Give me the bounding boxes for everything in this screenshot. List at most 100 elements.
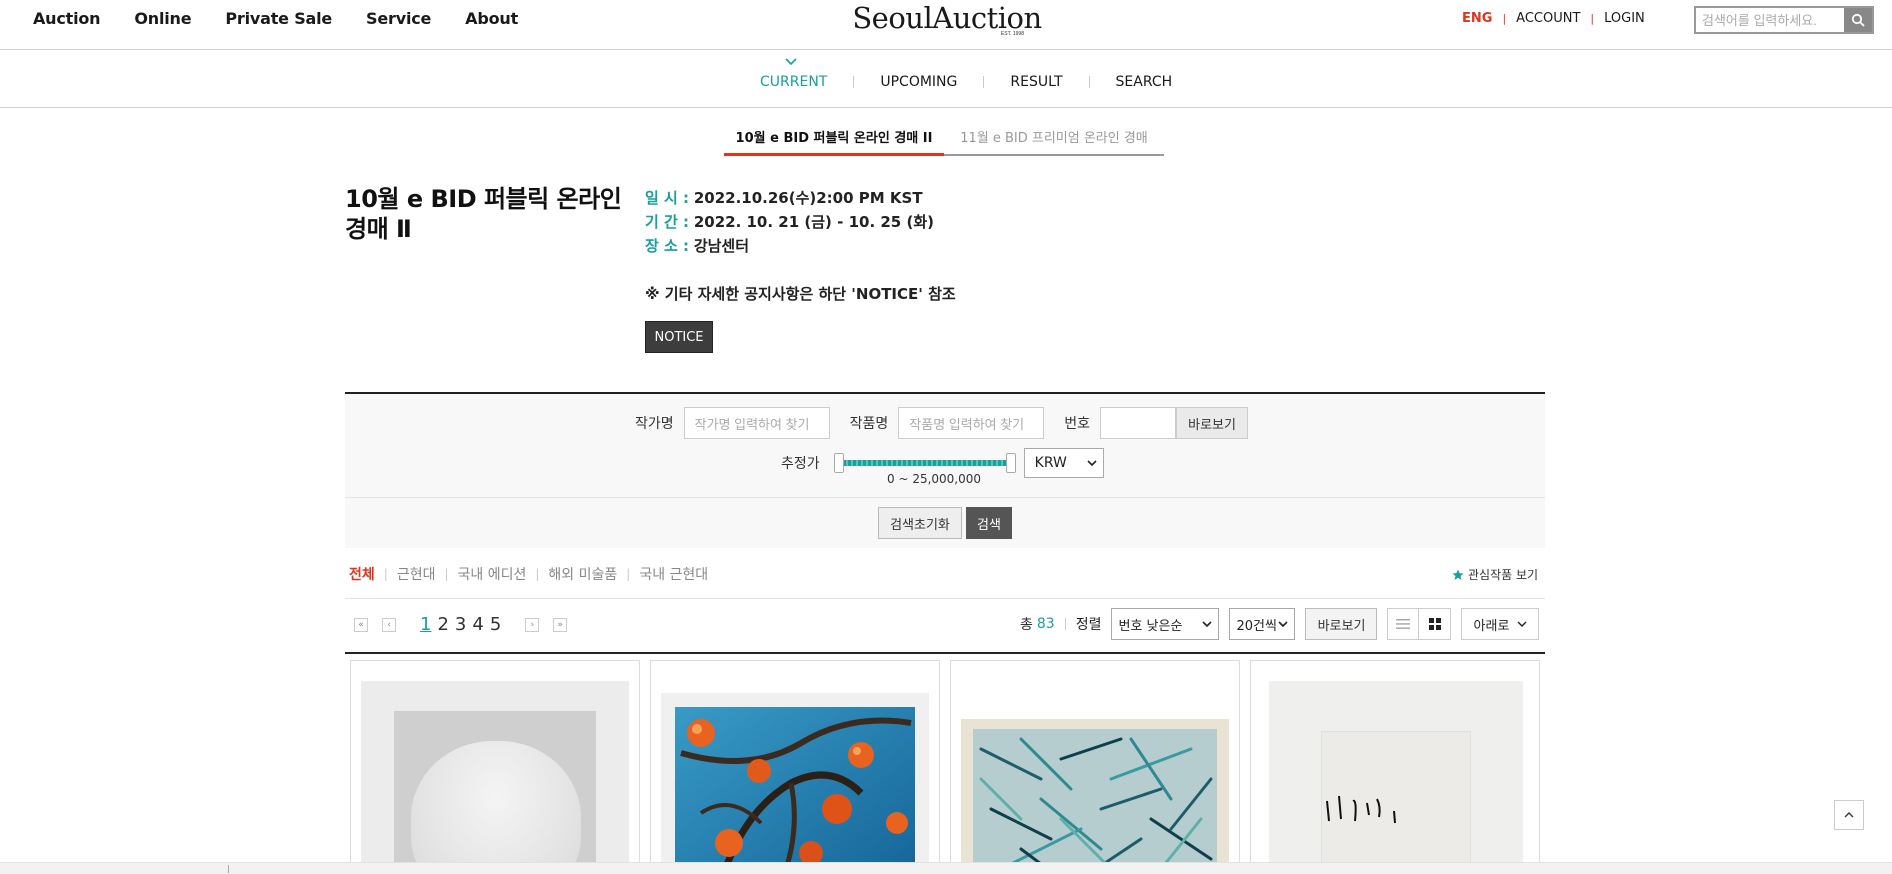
currency-select[interactable]: KRW (1023, 448, 1104, 478)
page-1[interactable]: 1 (420, 614, 431, 635)
nav-auction[interactable]: Auction (33, 9, 101, 28)
goto-number-button[interactable]: 바로보기 (1176, 407, 1249, 439)
category-domestic-edition[interactable]: 국내 에디션 (458, 564, 527, 584)
sort-select[interactable]: 번호 낮은순 (1111, 608, 1220, 640)
currency-value: KRW (1034, 455, 1067, 471)
bottom-bar (0, 862, 1892, 874)
estimate-range-slider[interactable] (833, 453, 1016, 473)
lot-image[interactable] (961, 719, 1229, 873)
line-drawing (1326, 795, 1396, 871)
category-divider-line (345, 598, 1545, 599)
account-link[interactable]: ACCOUNT (1516, 11, 1580, 26)
reset-search-button[interactable]: 검색초기화 (878, 507, 962, 539)
nav-private-sale[interactable]: Private Sale (225, 9, 332, 28)
chevron-up-icon (1844, 812, 1854, 818)
lang-eng-link[interactable]: ENG (1462, 11, 1492, 26)
slider-track (837, 460, 1012, 466)
nav-about[interactable]: About (465, 9, 518, 28)
date-row: 일 시 : 2022.10.26(수)2:00 PM KST (645, 186, 934, 210)
tab-upcoming[interactable]: UPCOMING (880, 74, 957, 90)
last-page-button[interactable]: » (553, 617, 568, 632)
list-view-button[interactable] (1387, 608, 1420, 640)
lot-card[interactable] (650, 660, 940, 874)
favorites-label: 관심작품 보기 (1468, 568, 1539, 582)
artist-input[interactable]: 작가명 입력하여 찾기 (683, 407, 830, 439)
lot-image[interactable] (1269, 681, 1523, 873)
chevron-down-icon (1278, 621, 1289, 627)
chevron-down-icon (1202, 621, 1213, 627)
favorites-link[interactable]: 관심작품 보기 (1452, 566, 1538, 583)
panel-divider (345, 497, 1545, 498)
work-label: 작품명 (849, 416, 889, 432)
grid-view-button[interactable] (1419, 608, 1452, 640)
auction-title: 10월 e BID 퍼블릭 온라인 경매 Ⅱ (345, 185, 622, 243)
persimmon-painting (675, 707, 915, 873)
work-input[interactable]: 작품명 입력하여 찾기 (898, 407, 1045, 439)
sort-label: 정렬 (1075, 617, 1102, 633)
util-separator: | (1590, 12, 1595, 25)
category-all[interactable]: 전체 (349, 564, 375, 584)
date-value: 2022.10.26(수)2:00 PM KST (693, 189, 923, 207)
page-2[interactable]: 2 (437, 614, 448, 635)
scroll-top-button[interactable] (1834, 800, 1864, 830)
per-page-select[interactable]: 20건씩 (1229, 608, 1296, 640)
next-page-button[interactable]: › (525, 617, 540, 632)
slider-min-handle[interactable] (833, 453, 844, 473)
lot-card[interactable] (950, 660, 1240, 874)
category-divider: | (444, 567, 449, 581)
notice-button[interactable]: NOTICE (645, 321, 713, 353)
tab-search[interactable]: SEARCH (1116, 74, 1173, 90)
auction-tab-october[interactable]: 10월 e BID 퍼블릭 온라인 경매 II (724, 122, 944, 156)
chevron-down-icon (1087, 460, 1097, 466)
nav-online[interactable]: Online (134, 9, 191, 28)
site-logo[interactable]: SeoulAuction EST. 1998 (852, 0, 1042, 37)
lot-card[interactable] (350, 660, 640, 874)
estimate-range-text: 0 ~ 25,000,000 (887, 472, 982, 486)
category-modern[interactable]: 근현대 (397, 564, 436, 584)
top-header: Auction Online Private Sale Service Abou… (0, 0, 1892, 50)
lot-image[interactable] (661, 693, 929, 873)
list-toolbar: 총 83 정렬 번호 낮은순 20건씩 바로보기 아래로 (1020, 608, 1540, 640)
sort-value: 번호 낮은순 (1118, 618, 1183, 634)
search-button[interactable]: 검색 (966, 507, 1012, 539)
lot-image[interactable] (361, 681, 629, 873)
chevron-down-icon (785, 58, 797, 66)
util-separator: | (1502, 12, 1507, 25)
per-page-value: 20건씩 (1236, 618, 1277, 634)
main-nav: Auction Online Private Sale Service Abou… (33, 9, 552, 28)
scroll-down-button[interactable]: 아래로 (1461, 608, 1540, 640)
tab-result[interactable]: RESULT (1010, 74, 1062, 90)
lot-card[interactable] (1250, 660, 1540, 874)
category-overseas-art[interactable]: 해외 미술품 (548, 564, 617, 584)
auction-tab-november[interactable]: 11월 e BID 프리미엄 온라인 경매 (944, 122, 1164, 156)
notice-note: ※ 기타 자세한 공지사항은 하단 'NOTICE' 참조 (645, 285, 956, 303)
header-search (1694, 6, 1874, 34)
subnav-divider (983, 76, 985, 88)
category-divider: | (383, 567, 388, 581)
header-search-button[interactable] (1844, 8, 1872, 32)
place-value: 강남센터 (693, 237, 750, 255)
header-search-input[interactable] (1696, 8, 1844, 32)
page-5[interactable]: 5 (490, 614, 501, 635)
login-link[interactable]: LOGIN (1604, 11, 1645, 26)
period-row: 기 간 : 2022. 10. 21 (금) - 10. 25 (화) (645, 210, 934, 234)
bottom-tick (228, 865, 229, 873)
prev-page-button[interactable]: ‹ (382, 617, 396, 632)
abstract-painting (961, 719, 1229, 873)
number-input[interactable] (1100, 407, 1177, 439)
magnifier-icon (1851, 13, 1865, 27)
page-4[interactable]: 4 (472, 614, 483, 635)
first-page-button[interactable]: « (354, 617, 368, 632)
toolbar-divider (1064, 618, 1066, 630)
category-divider: | (535, 567, 540, 581)
nav-service[interactable]: Service (366, 9, 431, 28)
sub-nav: CURRENT UPCOMING RESULT SEARCH (0, 50, 1892, 108)
artist-label: 작가명 (635, 416, 674, 432)
tab-current[interactable]: CURRENT (760, 74, 827, 90)
page-3[interactable]: 3 (455, 614, 466, 635)
auction-info: 일 시 : 2022.10.26(수)2:00 PM KST 기 간 : 202… (645, 186, 934, 258)
slider-max-handle[interactable] (1005, 453, 1016, 473)
toolbar-goto-button[interactable]: 바로보기 (1305, 608, 1378, 640)
category-domestic-modern[interactable]: 국내 근현대 (639, 564, 708, 584)
number-label: 번호 (1064, 416, 1091, 432)
